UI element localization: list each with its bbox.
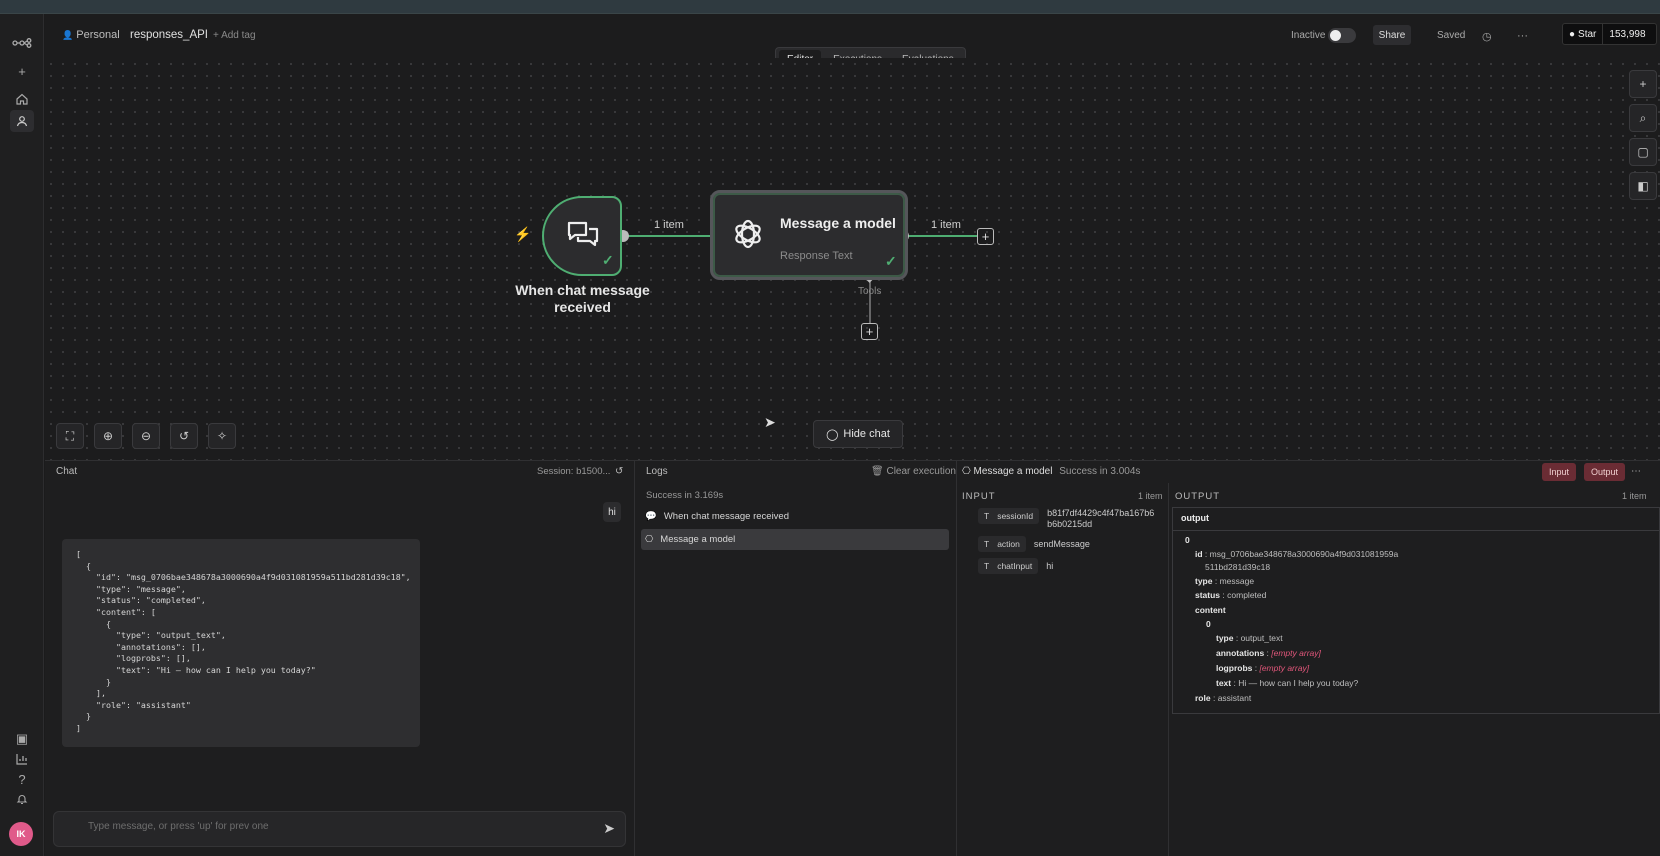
reset-session-icon[interactable]: ↺	[615, 466, 623, 477]
chat-message-input[interactable]	[88, 821, 568, 832]
input-field-row: Taction sendMessage	[978, 536, 1090, 552]
log-item-trigger[interactable]: 💬 When chat message received	[641, 506, 949, 527]
add-node-button[interactable]: +	[1629, 70, 1657, 98]
zoom-in-button[interactable]: ⊕	[94, 423, 122, 449]
chat-session-id: Session: b1500...	[537, 466, 611, 477]
output-item-count: 1 item	[931, 219, 961, 231]
insights-icon[interactable]	[10, 748, 34, 770]
output-content-index: 0	[1206, 619, 1211, 629]
trigger-node-label: When chat message received	[515, 282, 650, 315]
detail-node-title: Message a model	[973, 466, 1053, 477]
bot-message: [ { "id": "msg_0706bae348678a3000690a4f9…	[62, 539, 420, 747]
trigger-bolt-icon: ⚡	[514, 226, 532, 242]
output-status: status : completed	[1195, 590, 1267, 600]
chat-trigger-node[interactable]: ✓	[542, 196, 622, 276]
search-icon[interactable]: ⌕	[1629, 104, 1657, 132]
field-key: sessionId	[997, 511, 1034, 521]
success-check-icon: ✓	[602, 252, 614, 268]
text-type-icon: T	[984, 561, 990, 571]
add-next-node-button[interactable]: +	[977, 228, 994, 245]
openai-logo-icon: ⎔	[645, 534, 654, 545]
output-id: id : msg_0706bae348678a3000690a4f9d03108…	[1195, 549, 1399, 559]
chat-icon: ◯	[826, 428, 839, 441]
more-options-icon[interactable]: ⋯	[1631, 466, 1641, 477]
field-chip: Taction	[978, 536, 1026, 552]
connection-item-count: 1 item	[654, 219, 684, 231]
output-toggle-button[interactable]: Output	[1584, 463, 1626, 481]
log-item-message-model[interactable]: ⎔ Message a model	[641, 529, 949, 550]
help-icon[interactable]: ?	[10, 768, 34, 790]
output-index: 0	[1185, 535, 1190, 545]
output-role: role : assistant	[1195, 693, 1252, 703]
clear-execution-label: Clear execution	[886, 466, 956, 477]
output-logprobs: logprobs : [empty array]	[1216, 663, 1310, 673]
field-value: sendMessage	[1033, 539, 1090, 549]
input-toggle-button[interactable]: Input	[1542, 463, 1577, 481]
message-model-node[interactable]: Message a model Response Text ✓	[710, 190, 908, 280]
node-title: Message a model	[780, 215, 896, 231]
logs-success-time: Success in 3.169s	[646, 490, 724, 501]
openai-logo-icon: ⎔	[962, 466, 971, 477]
divider	[956, 460, 957, 856]
field-value: hi	[1046, 561, 1054, 571]
output-root: output	[1181, 513, 1209, 523]
add-tool-button[interactable]: +	[861, 323, 878, 340]
divider	[634, 460, 635, 856]
mouse-cursor-icon: ➤	[764, 414, 776, 430]
output-section-title: OUTPUT	[1175, 491, 1221, 502]
field-key: chatInput	[997, 561, 1033, 571]
fit-view-button[interactable]: ⛶	[56, 423, 84, 449]
bot-message-json: [ { "id": "msg_0706bae348678a3000690a4f9…	[76, 549, 411, 733]
text-type-icon: T	[984, 539, 990, 549]
clear-execution-button[interactable]: 🗑 Clear execution	[871, 466, 956, 477]
field-key: action	[997, 539, 1020, 549]
chat-bubbles-icon: 💬	[645, 511, 657, 522]
output-id-cont: 511bd281d39c18	[1205, 562, 1271, 572]
divider	[1168, 483, 1169, 856]
avatar[interactable]: IK	[9, 822, 33, 846]
output-tree: output 0 id : msg_0706bae348678a3000690a…	[1172, 507, 1660, 714]
detail-status: Success in 3.004s	[1059, 466, 1141, 477]
input-field-row: TsessionId b81f7df4429c4f47ba167b6b6b021…	[978, 508, 1159, 530]
chat-bubbles-icon	[566, 220, 600, 255]
chat-panel-title: Chat	[56, 466, 78, 477]
output-text: text : Hi — how can I help you today?	[1216, 678, 1359, 688]
trash-icon: 🗑	[871, 466, 884, 477]
success-check-icon: ✓	[885, 253, 897, 269]
hide-chat-label: Hide chat	[843, 428, 890, 440]
output-content-type: type : output_text	[1216, 633, 1283, 643]
logs-panel-title: Logs	[646, 466, 668, 477]
field-chip: TsessionId	[978, 508, 1040, 524]
user-message: hi	[603, 502, 621, 522]
output-content: content	[1195, 605, 1226, 615]
bell-icon[interactable]	[10, 788, 34, 810]
detail-node-name: ⎔ Message a model Success in 3.004s	[962, 466, 1140, 477]
input-field-row: TchatInput hi	[978, 558, 1053, 574]
field-chip: TchatInput	[978, 558, 1039, 574]
output-type: type : message	[1195, 576, 1255, 586]
tidy-up-button[interactable]: ✧	[208, 423, 236, 449]
sticky-note-icon[interactable]: ▢	[1629, 138, 1657, 166]
send-icon[interactable]: ➤	[603, 820, 615, 837]
zoom-out-button[interactable]: ⊖	[132, 423, 160, 449]
log-item-label: Message a model	[660, 534, 736, 545]
log-item-label: When chat message received	[663, 511, 789, 522]
hide-chat-button[interactable]: ◯ Hide chat	[813, 420, 903, 448]
panel-toggle-icon[interactable]: ◧	[1629, 172, 1657, 200]
input-section-title: INPUT	[962, 491, 996, 502]
tools-label: Tools	[858, 286, 882, 297]
openai-logo-icon	[730, 216, 766, 255]
output-item-count: 1 item	[1622, 491, 1647, 501]
field-value: b81f7df4429c4f47ba167b6b6b0215dd	[1047, 508, 1155, 529]
text-type-icon: T	[984, 511, 990, 521]
output-annotations: annotations : [empty array]	[1216, 648, 1321, 658]
undo-button[interactable]: ↺	[170, 423, 198, 449]
divider	[1173, 530, 1659, 531]
templates-icon[interactable]: ▣	[10, 728, 34, 750]
chat-input-box[interactable]: ➤	[53, 811, 626, 847]
input-item-count: 1 item	[1138, 491, 1163, 501]
node-subtitle: Response Text	[780, 250, 853, 262]
